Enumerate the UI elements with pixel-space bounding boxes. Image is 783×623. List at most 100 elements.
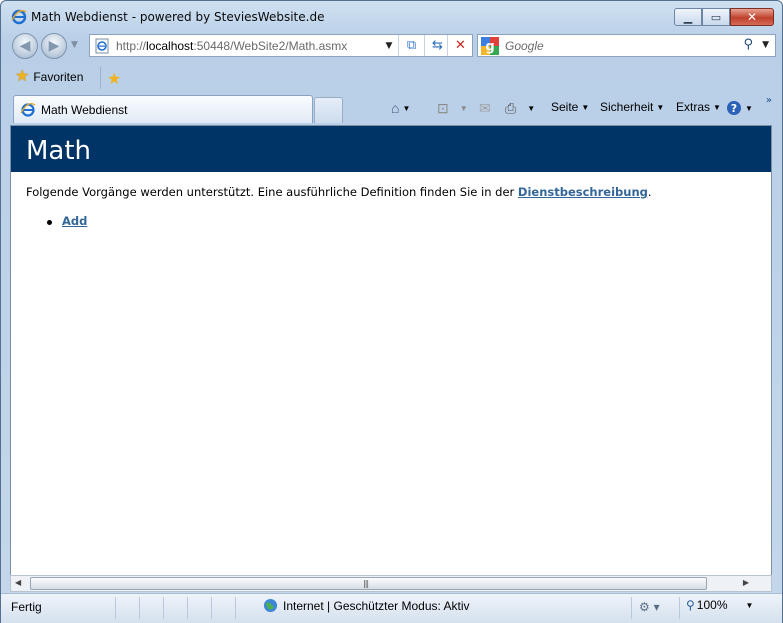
intro-paragraph: Folgende Vorgänge werden unterstützt. Ei…: [26, 185, 771, 199]
page-heading: Math: [11, 126, 771, 172]
help-icon: ?: [727, 101, 741, 115]
scrollbar-thumb[interactable]: |||: [30, 577, 707, 590]
chevron-down-icon: ▼: [656, 102, 665, 112]
address-bar[interactable]: http://localhost:50448/WebSite2/Math.asm…: [89, 34, 473, 57]
svg-text:?: ?: [731, 102, 737, 115]
tools-menu-label: Extras: [676, 100, 711, 114]
help-dropdown-icon[interactable]: ▼: [745, 104, 753, 113]
home-dropdown-icon[interactable]: ▼: [402, 104, 410, 113]
status-divider: [115, 597, 116, 619]
tools-menu[interactable]: Extras ▼: [676, 100, 721, 114]
forward-arrow-icon: ▶: [48, 38, 60, 54]
maximize-icon: ▭: [710, 10, 722, 24]
url-text[interactable]: http://localhost:50448/WebSite2/Math.asm…: [116, 39, 347, 53]
favorites-separator: [100, 67, 101, 89]
zoom-magnifier-icon: ⚲: [686, 598, 695, 612]
scroll-right-icon[interactable]: ▶: [743, 578, 749, 587]
rss-feed-icon: ⊡: [437, 100, 449, 116]
zoom-level: 100%: [696, 598, 728, 612]
zoom-dropdown-icon[interactable]: ▼: [746, 601, 754, 610]
browser-window: Math Webdienst - powered by SteviesWebsi…: [0, 0, 783, 623]
status-divider: [679, 597, 680, 619]
search-options-dropdown-icon[interactable]: ▼: [762, 40, 769, 50]
svg-text:g: g: [485, 39, 494, 54]
page-content: Math Folgende Vorgänge werden unterstütz…: [10, 125, 772, 575]
operation-link-add[interactable]: Add: [62, 214, 87, 228]
safety-menu-label: Sicherheit: [600, 100, 654, 114]
history-dropdown-icon[interactable]: ▼: [71, 40, 78, 50]
feeds-dropdown-icon[interactable]: ▼: [460, 104, 468, 113]
window-controls: ▁ ▭ ✕: [674, 8, 774, 26]
scroll-left-icon[interactable]: ◀: [15, 578, 21, 587]
page-menu-label: Seite: [551, 100, 579, 114]
more-commands-icon[interactable]: »: [766, 95, 772, 106]
url-prefix: http://: [116, 38, 147, 53]
close-window-button[interactable]: ✕: [730, 8, 774, 26]
printer-icon: ⎙: [505, 100, 517, 116]
status-bar: Fertig Internet | Geschützter Modus: Akt…: [1, 593, 782, 623]
back-button[interactable]: ◀: [12, 33, 38, 59]
globe-icon: [263, 598, 278, 613]
google-logo-icon: g: [481, 36, 499, 55]
list-item: Add: [46, 214, 771, 228]
intro-end: .: [647, 185, 652, 199]
favorites-label: Favoriten: [33, 70, 84, 84]
url-host: localhost: [146, 38, 194, 53]
help-button[interactable]: ? ▼: [726, 100, 753, 116]
page-menu[interactable]: Seite ▼: [551, 100, 589, 114]
ie-logo-icon: [11, 9, 27, 25]
status-divider: [139, 597, 140, 619]
feeds-button[interactable]: ⊡ ▼: [437, 100, 468, 117]
status-divider: [235, 597, 236, 619]
status-divider: [187, 597, 188, 619]
read-mail-button[interactable]: ✉: [479, 100, 491, 117]
favorites-button[interactable]: ★ Favoriten: [15, 69, 83, 85]
security-zone[interactable]: Internet | Geschützter Modus: Aktiv: [263, 598, 470, 613]
navigation-bar: ◀ ▶ ▼ http://localhost:50448/WebSite2/Ma…: [1, 31, 782, 61]
search-box[interactable]: g Google ⚲ ▼: [477, 34, 776, 57]
minimize-button[interactable]: ▁: [674, 8, 702, 26]
tab-math-webdienst[interactable]: Math Webdienst: [13, 95, 313, 123]
operations-list: Add: [46, 214, 771, 228]
home-button[interactable]: ⌂ ▼: [391, 100, 410, 116]
home-icon: ⌂: [391, 100, 400, 116]
mail-icon: ✉: [479, 100, 491, 116]
search-placeholder: Google: [505, 38, 544, 53]
forward-button[interactable]: ▶: [41, 33, 67, 59]
print-button[interactable]: ⎙ ▼: [505, 100, 535, 117]
address-dropdown-icon[interactable]: ▼: [380, 35, 398, 56]
new-tab-button[interactable]: [314, 97, 343, 123]
back-arrow-icon: ◀: [19, 38, 31, 54]
ie-page-icon: [20, 102, 36, 117]
compatibility-view-icon[interactable]: ⧉: [398, 35, 424, 56]
add-to-favorites-bar-icon[interactable]: ★: [107, 69, 121, 88]
status-divider: [631, 597, 632, 619]
safety-menu[interactable]: Sicherheit ▼: [600, 100, 664, 114]
status-divider: [163, 597, 164, 619]
minimize-icon: ▁: [683, 10, 693, 24]
window-title: Math Webdienst - powered by SteviesWebsi…: [31, 10, 325, 24]
page-ie-icon: [95, 38, 109, 53]
intro-text: Folgende Vorgänge werden unterstützt. Ei…: [26, 185, 518, 199]
close-icon: ✕: [746, 10, 758, 24]
favorites-star-icon: ★: [15, 68, 30, 85]
stop-icon[interactable]: ✕: [447, 35, 473, 56]
grip-icon: |||: [363, 579, 369, 588]
service-description-link[interactable]: Dienstbeschreibung: [518, 185, 648, 199]
chevron-down-icon: ▼: [581, 102, 590, 112]
status-text: Fertig: [11, 600, 42, 614]
search-icon[interactable]: ⚲: [743, 37, 753, 52]
print-dropdown-icon[interactable]: ▼: [527, 104, 535, 113]
horizontal-scrollbar[interactable]: ◀ ||| ▶: [10, 575, 772, 592]
title-bar: Math Webdienst - powered by SteviesWebsi…: [1, 1, 782, 31]
zoom-control[interactable]: ⚲ 100% ▼: [686, 598, 753, 612]
zone-text: Internet | Geschützter Modus: Aktiv: [283, 598, 470, 613]
status-divider: [211, 597, 212, 619]
url-path: :50448/WebSite2/Math.asmx: [193, 38, 348, 53]
maximize-button[interactable]: ▭: [702, 8, 730, 26]
tab-label: Math Webdienst: [41, 102, 128, 117]
tab-bar: Math Webdienst ⌂ ▼ ⊡ ▼ ✉ ⎙ ▼ Seite ▼ Sicherh…: [1, 93, 782, 123]
protected-mode-icon[interactable]: ⚙ ▾: [639, 600, 660, 614]
chevron-down-icon: ▼: [713, 102, 721, 112]
favorites-bar: ★ Favoriten ★: [1, 61, 782, 93]
